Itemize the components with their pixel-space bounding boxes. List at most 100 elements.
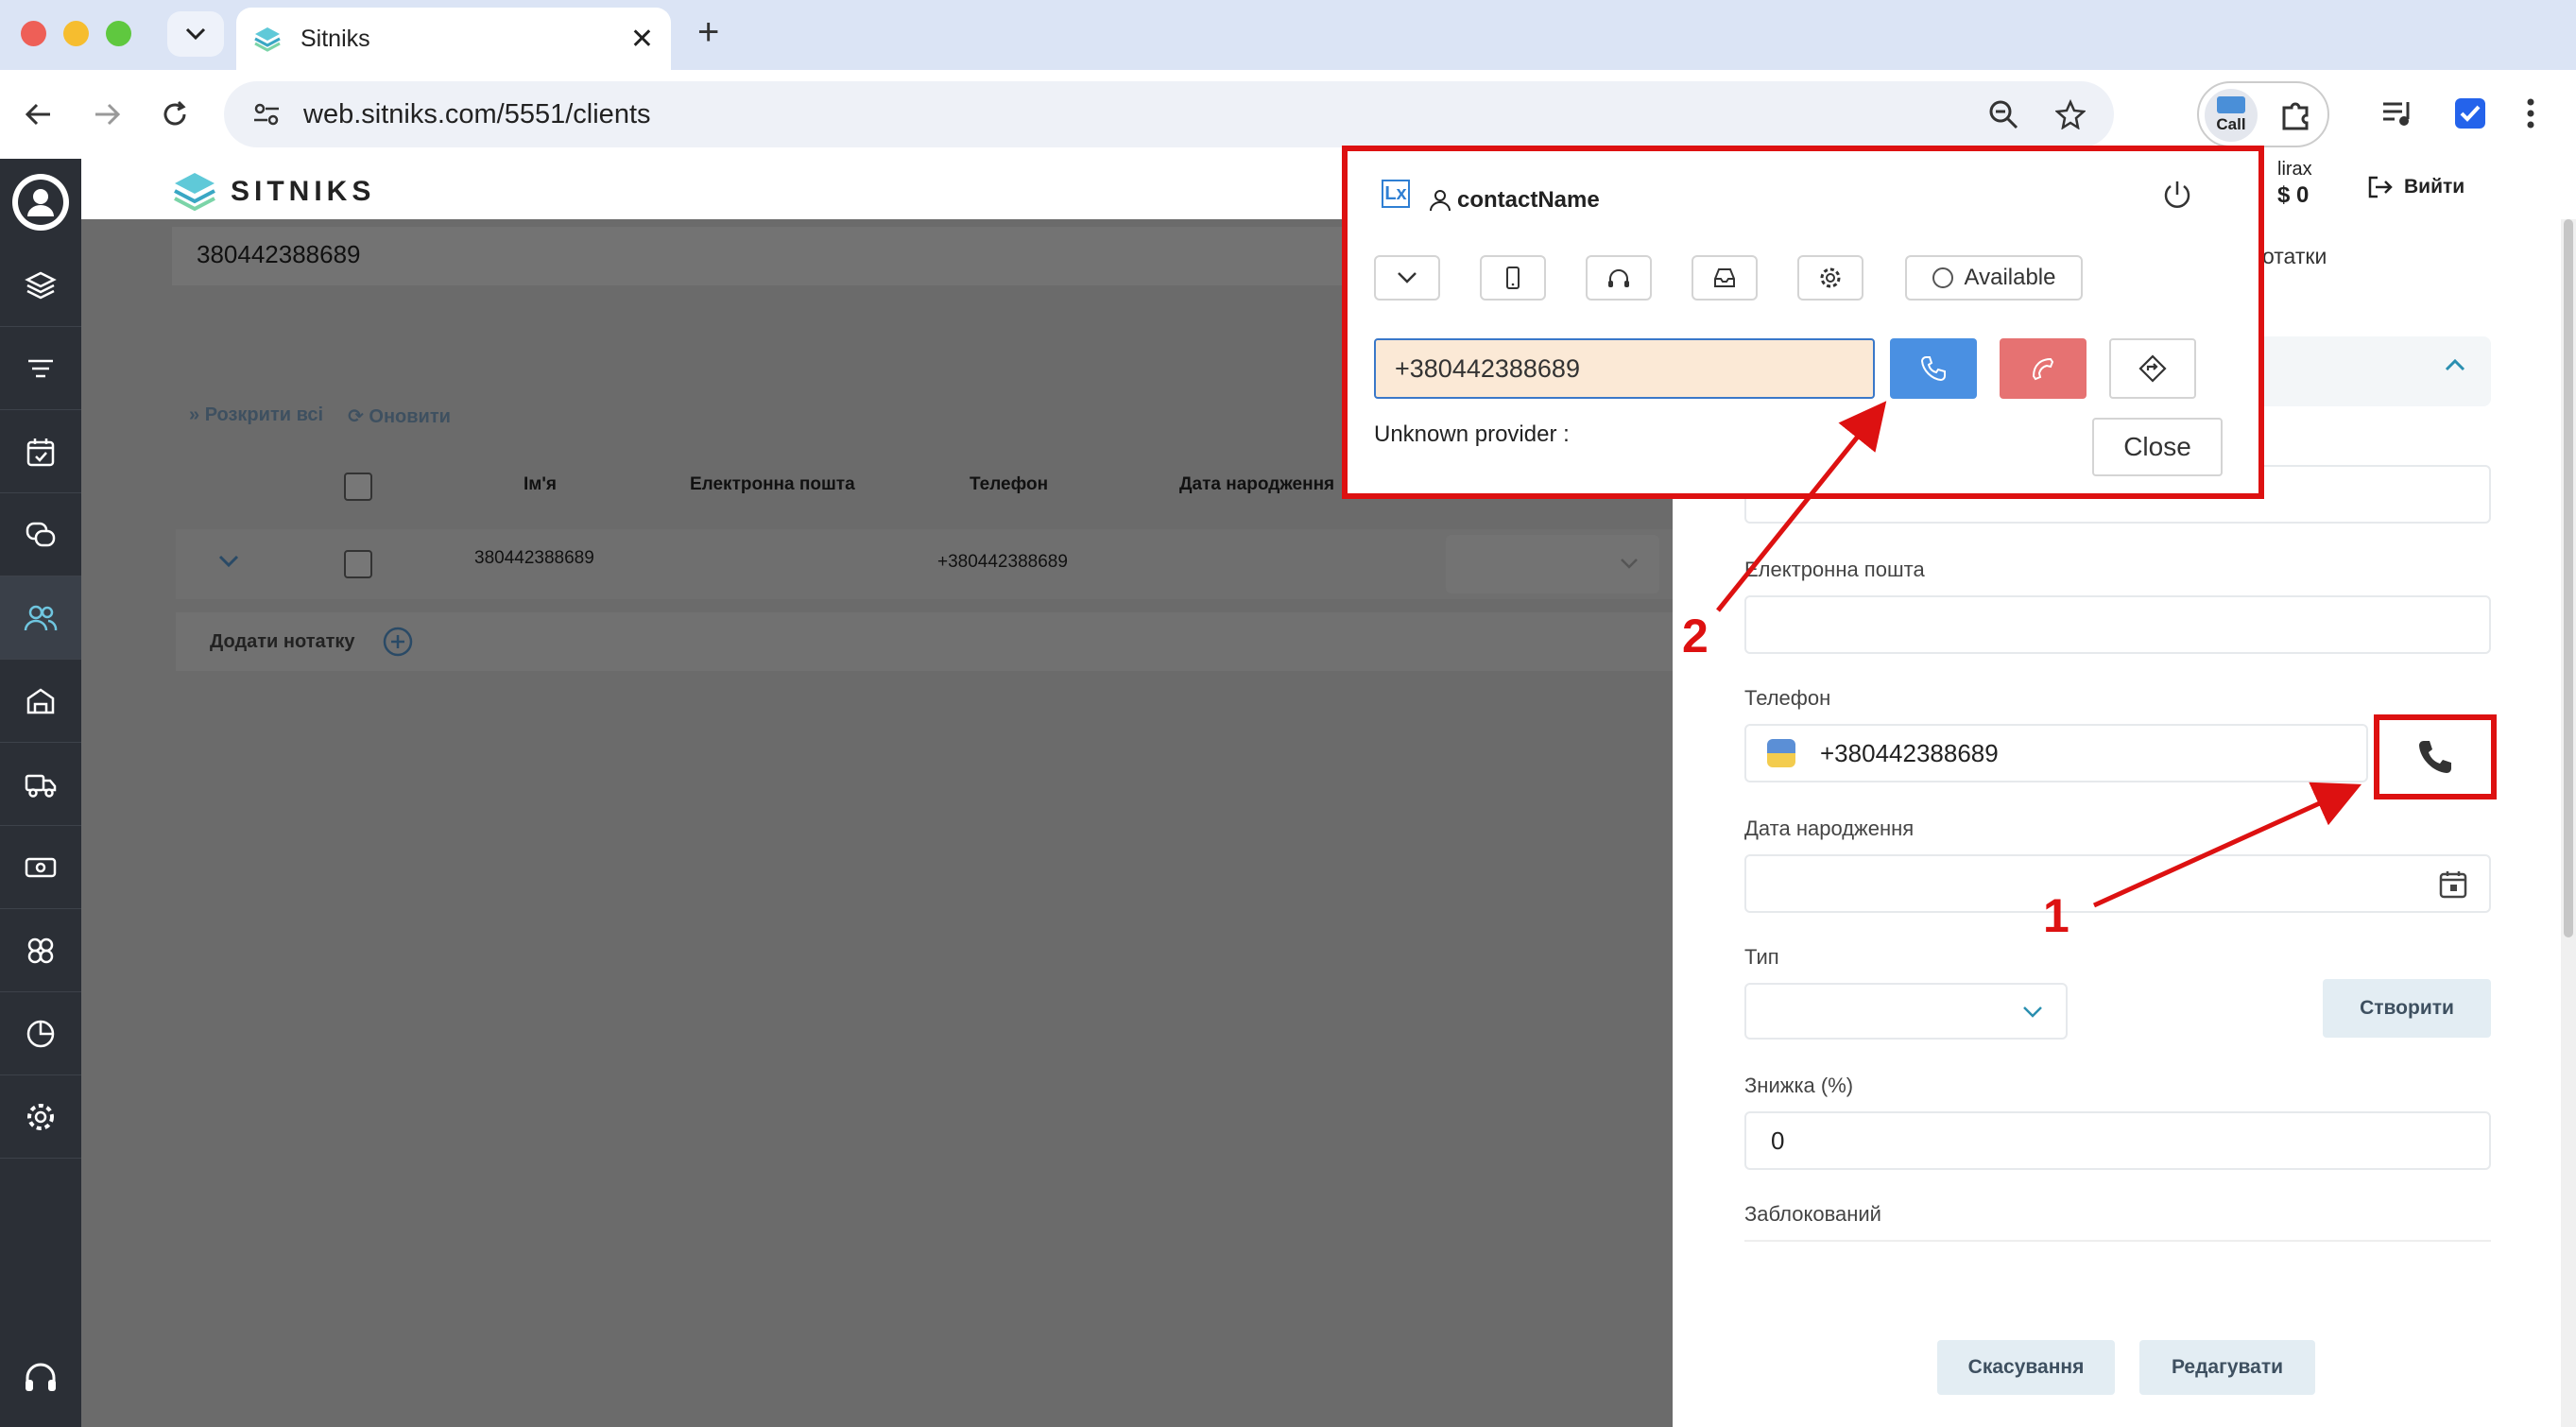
status-label: Available [1964, 265, 2056, 290]
tab-search-button[interactable] [167, 11, 224, 57]
zoom-icon[interactable] [1987, 98, 2019, 130]
user-avatar[interactable] [12, 174, 69, 231]
account-widget[interactable]: lirax $ 0 [2277, 159, 2312, 209]
window-close-button[interactable] [21, 21, 46, 46]
row-checkbox[interactable] [344, 550, 372, 578]
sidebar-item-integrations[interactable] [0, 909, 81, 992]
back-button[interactable] [15, 91, 62, 138]
select-all-checkbox[interactable] [344, 473, 372, 501]
reload-button[interactable] [151, 91, 198, 138]
column-header-name: Ім'я [524, 474, 557, 494]
filter-lines-icon [28, 359, 53, 377]
bookmark-star-icon[interactable] [2055, 99, 2086, 129]
brand-logo[interactable]: SITNIKS [172, 170, 375, 214]
add-note-bar: Додати нотатку [176, 612, 1673, 671]
expand-all-button[interactable]: » Розкрити всі [189, 404, 323, 428]
sidebar-item-delivery[interactable] [0, 743, 81, 826]
browser-menu-icon[interactable] [2525, 96, 2536, 130]
phone-call-button[interactable] [2374, 714, 2497, 799]
person-icon [1430, 190, 1451, 212]
column-header-email: Електронна пошта [690, 474, 855, 494]
transfer-diamond-icon [2138, 354, 2167, 383]
edit-button[interactable]: Редагувати [2139, 1340, 2315, 1395]
call-extension-button[interactable]: Call [2205, 89, 2258, 142]
popup-settings-button[interactable] [1797, 255, 1863, 301]
ukraine-flag-icon[interactable] [1767, 739, 1795, 767]
sitniks-logo-icon [174, 173, 215, 212]
type-select[interactable] [1744, 983, 2068, 1040]
row-name: 380442388689 [474, 548, 594, 568]
sidebar-item-clients[interactable] [0, 576, 81, 660]
sidebar-item-support[interactable] [0, 1336, 81, 1419]
chevron-down-icon [2023, 1006, 2042, 1018]
headset-device-button[interactable] [1586, 255, 1652, 301]
mobile-phone-icon [1506, 266, 1520, 289]
sidebar-item-products[interactable] [0, 244, 81, 327]
network-icon [27, 937, 54, 963]
warehouse-icon [26, 687, 55, 714]
panel-scrollbar-thumb[interactable] [2564, 219, 2573, 937]
address-bar[interactable]: web.sitniks.com/5551/clients [224, 81, 2114, 147]
phone-field[interactable]: +380442388689 [1744, 724, 2368, 782]
status-selector[interactable]: Available [1905, 255, 2083, 301]
media-control-icon[interactable] [2381, 98, 2415, 129]
softphone-popup: Lx contactName Available +380442388689 U… [1342, 146, 2264, 499]
window-minimize-button[interactable] [63, 21, 89, 46]
users-icon [24, 605, 58, 630]
new-tab-button[interactable]: + [697, 11, 719, 53]
dial-call-button[interactable] [1890, 338, 1977, 399]
inbox-icon [1714, 268, 1735, 287]
discount-field[interactable]: 0 [1744, 1111, 2491, 1170]
sidebar-item-calendar[interactable] [0, 410, 81, 493]
dial-number-input[interactable]: +380442388689 [1374, 338, 1875, 399]
refresh-button[interactable]: ⟳ Оновити [348, 404, 451, 428]
sidebar-item-finance[interactable] [0, 826, 81, 909]
close-button[interactable]: Close [2092, 418, 2223, 476]
row-status-select[interactable] [1446, 535, 1659, 593]
email-field[interactable] [1744, 595, 2491, 654]
cancel-button[interactable]: Скасування [1937, 1340, 2115, 1395]
provider-label: Unknown provider : [1374, 421, 1570, 447]
logout-button[interactable]: Вийти [2366, 174, 2464, 200]
browser-tab-sitniks[interactable]: Sitniks ✕ [236, 8, 671, 70]
chevron-down-icon [1398, 272, 1417, 284]
task-checkbox-extension-icon[interactable] [2453, 96, 2487, 130]
sidebar-item-settings[interactable] [0, 1075, 81, 1159]
hangup-button[interactable] [2000, 338, 2087, 399]
account-balance: $ 0 [2277, 182, 2310, 208]
notes-tab-label[interactable]: отатки [2262, 244, 2327, 269]
account-name: lirax [2277, 159, 2312, 180]
sidebar-item-warehouse[interactable] [0, 660, 81, 743]
annotation-step-1: 1 [2043, 889, 2069, 942]
refresh-icon: ⟳ [348, 406, 369, 427]
window-maximize-button[interactable] [106, 21, 131, 46]
transfer-button[interactable] [2109, 338, 2196, 399]
reload-icon [163, 100, 186, 126]
chevron-down-icon [1621, 559, 1638, 569]
chevron-down-icon[interactable] [217, 554, 240, 569]
expand-button[interactable] [1374, 255, 1440, 301]
power-icon[interactable] [2160, 178, 2194, 212]
headphones-icon [1608, 269, 1629, 287]
row-phone: +380442388689 [937, 552, 1068, 572]
extensions-puzzle-icon[interactable] [2278, 98, 2312, 132]
mobile-device-button[interactable] [1480, 255, 1546, 301]
pie-chart-icon [26, 1020, 55, 1047]
forward-button[interactable] [83, 91, 130, 138]
add-circle-icon[interactable] [382, 626, 414, 658]
double-chevron-icon: » [189, 404, 205, 425]
contact-header: contactName [1429, 187, 1600, 214]
sidebar-item-analytics[interactable] [0, 992, 81, 1075]
annotation-step-2: 2 [1682, 610, 1709, 662]
inbox-button[interactable] [1692, 255, 1758, 301]
phone-icon [2419, 741, 2451, 773]
panel-scrollbar[interactable] [2561, 219, 2576, 1427]
sidebar-item-chats[interactable] [0, 493, 81, 576]
site-settings-icon[interactable] [252, 102, 281, 127]
birthday-field[interactable] [1744, 854, 2491, 913]
create-type-button[interactable]: Створити [2323, 979, 2491, 1038]
calendar-icon[interactable] [2438, 869, 2468, 900]
sidebar-item-filters[interactable] [0, 327, 81, 410]
url-text[interactable]: web.sitniks.com/5551/clients [303, 99, 1987, 130]
tab-close-icon[interactable]: ✕ [630, 23, 654, 56]
